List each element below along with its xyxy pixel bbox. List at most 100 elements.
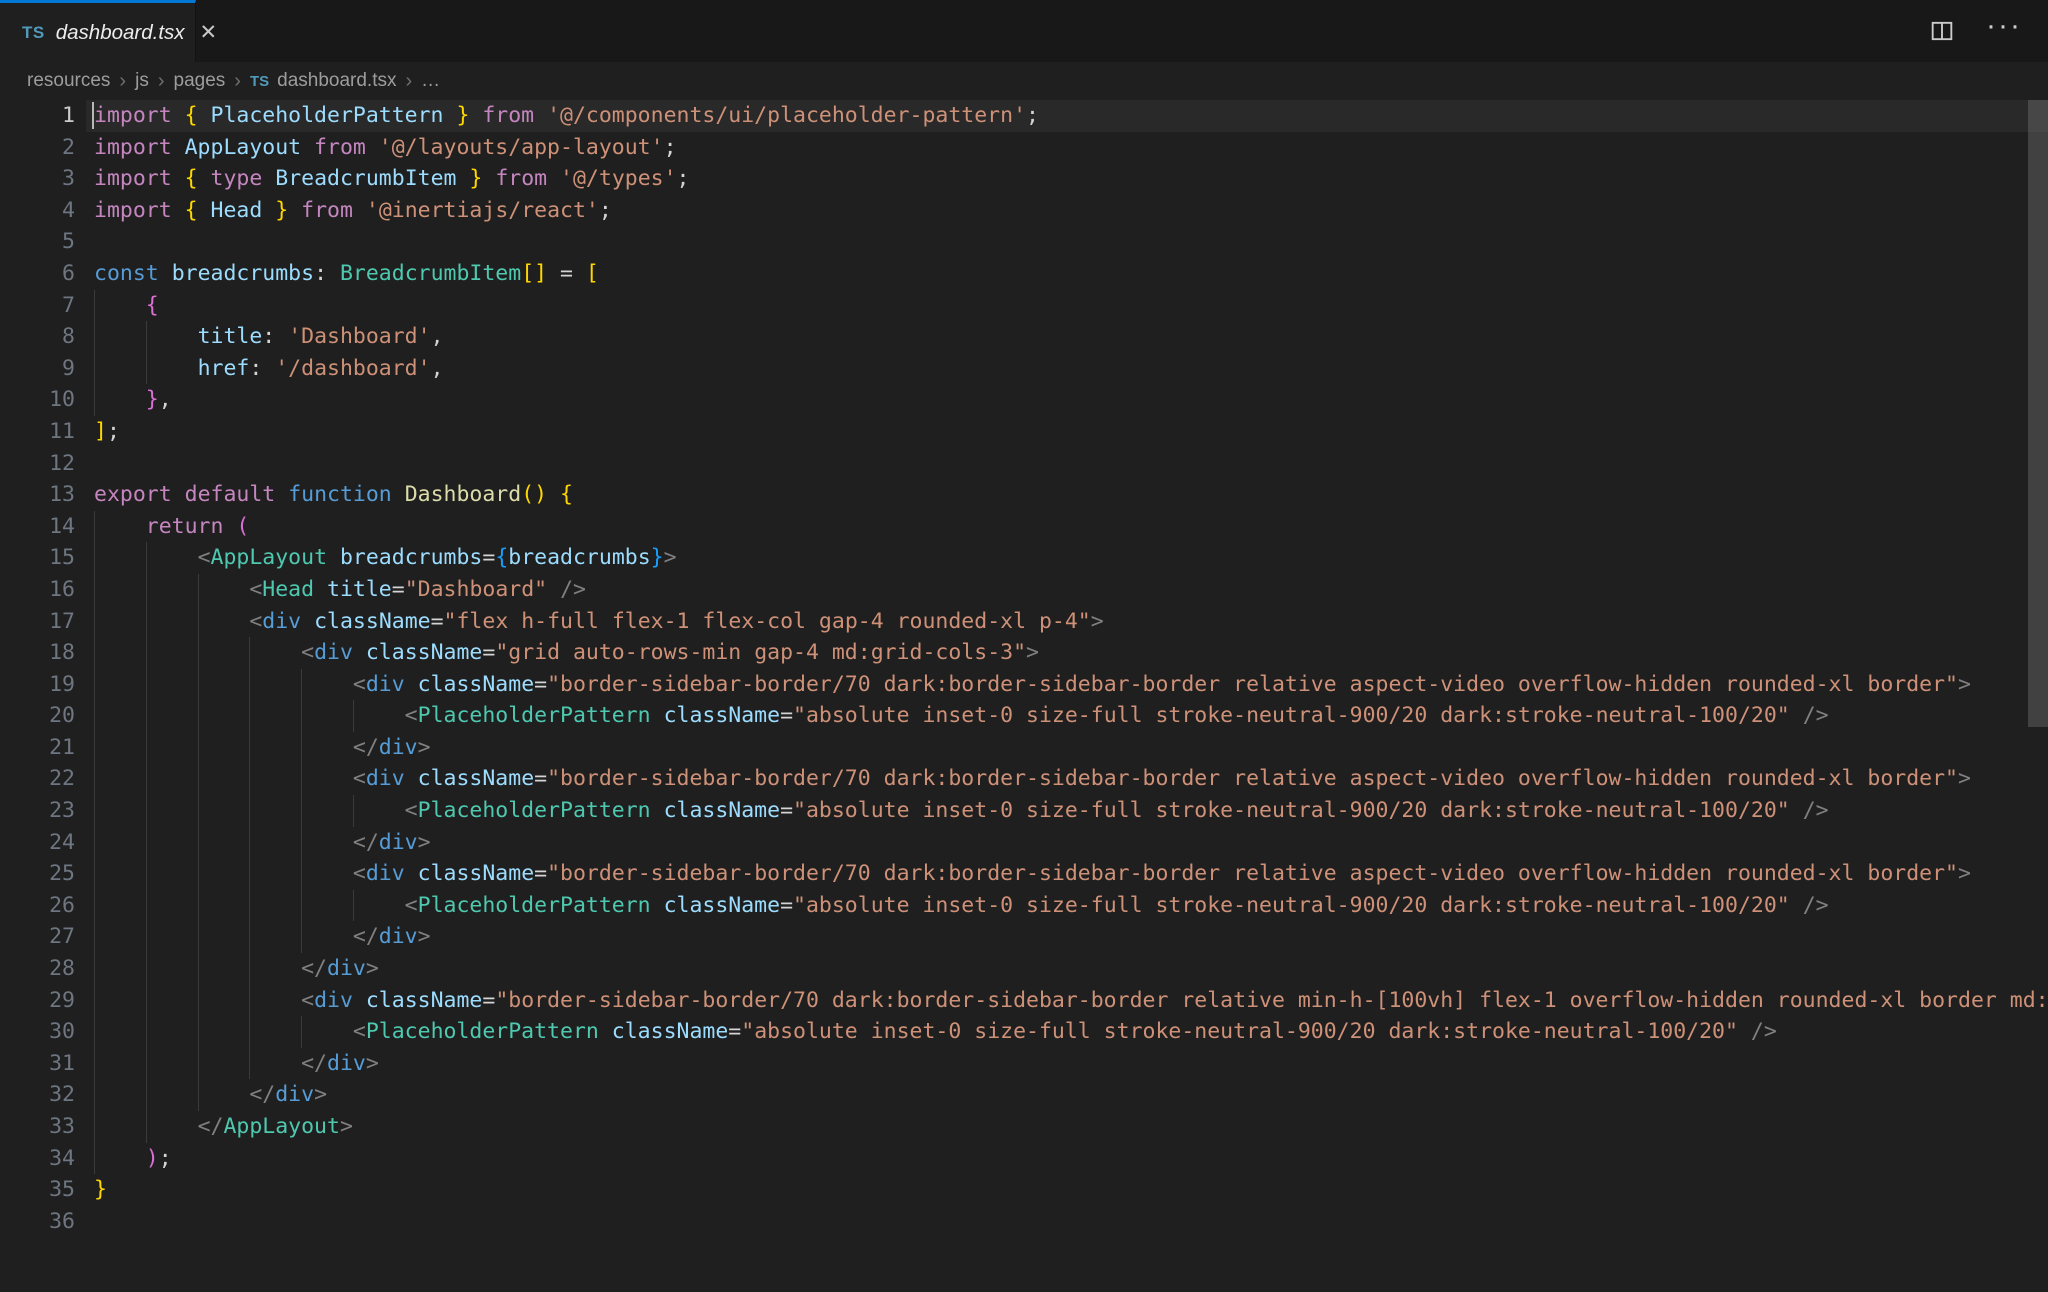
- code-line[interactable]: export default function Dashboard() {: [0, 479, 2048, 511]
- vertical-scrollbar[interactable]: [2028, 100, 2048, 727]
- indent-guide: [198, 763, 199, 795]
- indent-guide: [249, 1016, 250, 1048]
- breadcrumb-resources[interactable]: resources: [27, 70, 110, 92]
- code-line[interactable]: [0, 226, 2048, 258]
- token: <: [405, 798, 418, 823]
- indent-guide: [301, 1016, 302, 1048]
- code-line[interactable]: title: 'Dashboard',: [0, 321, 2048, 353]
- code-line[interactable]: return (: [0, 511, 2048, 543]
- token: AppLayout: [211, 545, 328, 570]
- tab-dashboard-tsx[interactable]: TS dashboard.tsx ✕: [0, 0, 196, 62]
- indent-guide: [146, 669, 147, 701]
- code-line[interactable]: import { PlaceholderPattern } from '@/co…: [0, 100, 2048, 132]
- more-actions-icon[interactable]: ···: [1986, 26, 2022, 36]
- token: function: [288, 482, 392, 507]
- code-line[interactable]: </AppLayout>: [0, 1111, 2048, 1143]
- indent-guide: [146, 1048, 147, 1080]
- code-line[interactable]: const breadcrumbs: BreadcrumbItem[] = [: [0, 258, 2048, 290]
- token: "flex h-full flex-1 flex-col gap-4 round…: [444, 609, 1091, 634]
- code-line[interactable]: <AppLayout breadcrumbs={breadcrumbs}>: [0, 542, 2048, 574]
- token: <: [301, 640, 314, 665]
- indent-guide: [146, 763, 147, 795]
- breadcrumb-pages[interactable]: pages: [174, 70, 226, 92]
- token: [405, 766, 418, 791]
- code-line[interactable]: </div>: [0, 921, 2048, 953]
- token: AppLayout: [223, 1114, 340, 1139]
- token: </: [249, 1082, 275, 1107]
- token: [198, 198, 211, 223]
- breadcrumb: resources › js › pages › TS dashboard.ts…: [0, 62, 2048, 100]
- code-line[interactable]: <div className="border-sidebar-border/70…: [0, 763, 2048, 795]
- code-line[interactable]: </div>: [0, 732, 2048, 764]
- code-line[interactable]: }: [0, 1174, 2048, 1206]
- indent-guide: [94, 574, 95, 606]
- indent-guide: [94, 290, 95, 322]
- code-editor[interactable]: 1234567891011121314151617181920212223242…: [0, 100, 2048, 1292]
- indent-guide: [94, 795, 95, 827]
- code-line[interactable]: import { Head } from '@inertiajs/react';: [0, 195, 2048, 227]
- token: </: [353, 735, 379, 760]
- breadcrumb-symbol-tail[interactable]: …: [421, 70, 440, 92]
- indent-guide: [94, 890, 95, 922]
- code-line[interactable]: );: [0, 1143, 2048, 1175]
- code-line[interactable]: <PlaceholderPattern className="absolute …: [0, 1016, 2048, 1048]
- token: ;: [107, 419, 120, 444]
- indent-guide: [198, 795, 199, 827]
- code-line[interactable]: <div className="border-sidebar-border/70…: [0, 985, 2048, 1017]
- indent-guide: [353, 700, 354, 732]
- token: =: [780, 798, 793, 823]
- split-editor-icon[interactable]: [1928, 17, 1956, 45]
- indent-guide: [146, 858, 147, 890]
- indent-guide: [146, 353, 147, 385]
- code-line[interactable]: href: '/dashboard',: [0, 353, 2048, 385]
- breadcrumb-file[interactable]: TS dashboard.tsx: [250, 70, 397, 92]
- indent-guide: [94, 763, 95, 795]
- indent-guide: [198, 890, 199, 922]
- code-line[interactable]: <PlaceholderPattern className="absolute …: [0, 795, 2048, 827]
- code-line[interactable]: import { type BreadcrumbItem } from '@/t…: [0, 163, 2048, 195]
- token: title: [327, 577, 392, 602]
- code-line[interactable]: import AppLayout from '@/layouts/app-lay…: [0, 132, 2048, 164]
- indent-guide: [146, 1111, 147, 1143]
- code-line[interactable]: <div className="grid auto-rows-min gap-4…: [0, 637, 2048, 669]
- token: ,: [431, 324, 444, 349]
- token: PlaceholderPattern: [366, 1019, 599, 1044]
- token: default: [185, 482, 276, 507]
- code-line[interactable]: </div>: [0, 1048, 2048, 1080]
- code-line[interactable]: <div className="border-sidebar-border/70…: [0, 669, 2048, 701]
- token: [94, 293, 146, 318]
- code-line[interactable]: </div>: [0, 1079, 2048, 1111]
- token: ): [146, 1146, 159, 1171]
- token: =: [534, 861, 547, 886]
- code-line[interactable]: <PlaceholderPattern className="absolute …: [0, 700, 2048, 732]
- text-cursor: [92, 102, 94, 129]
- code-line[interactable]: </div>: [0, 953, 2048, 985]
- chevron-right-icon: ›: [234, 70, 241, 93]
- code-line[interactable]: [0, 448, 2048, 480]
- code-line[interactable]: [0, 1206, 2048, 1238]
- token: [94, 672, 353, 697]
- token: from: [469, 103, 547, 128]
- code-line[interactable]: <Head title="Dashboard" />: [0, 574, 2048, 606]
- indent-guide: [94, 1143, 95, 1175]
- indent-guide: [249, 921, 250, 953]
- code-lines[interactable]: import { PlaceholderPattern } from '@/co…: [0, 100, 2048, 1237]
- token: {: [185, 198, 198, 223]
- code-line[interactable]: },: [0, 384, 2048, 416]
- token: >: [1091, 609, 1104, 634]
- code-line[interactable]: <PlaceholderPattern className="absolute …: [0, 890, 2048, 922]
- close-tab-icon[interactable]: ✕: [200, 22, 218, 43]
- code-line[interactable]: {: [0, 290, 2048, 322]
- token: className: [664, 893, 781, 918]
- token: >: [340, 1114, 353, 1139]
- code-line[interactable]: <div className="border-sidebar-border/70…: [0, 858, 2048, 890]
- code-line[interactable]: ];: [0, 416, 2048, 448]
- code-line[interactable]: </div>: [0, 827, 2048, 859]
- token: >: [366, 956, 379, 981]
- code-line[interactable]: <div className="flex h-full flex-1 flex-…: [0, 606, 2048, 638]
- breadcrumb-js[interactable]: js: [135, 70, 149, 92]
- indent-guide: [198, 732, 199, 764]
- token: >: [1958, 766, 1971, 791]
- indent-guide: [249, 732, 250, 764]
- token: "border-sidebar-border/70 dark:border-si…: [495, 988, 2048, 1013]
